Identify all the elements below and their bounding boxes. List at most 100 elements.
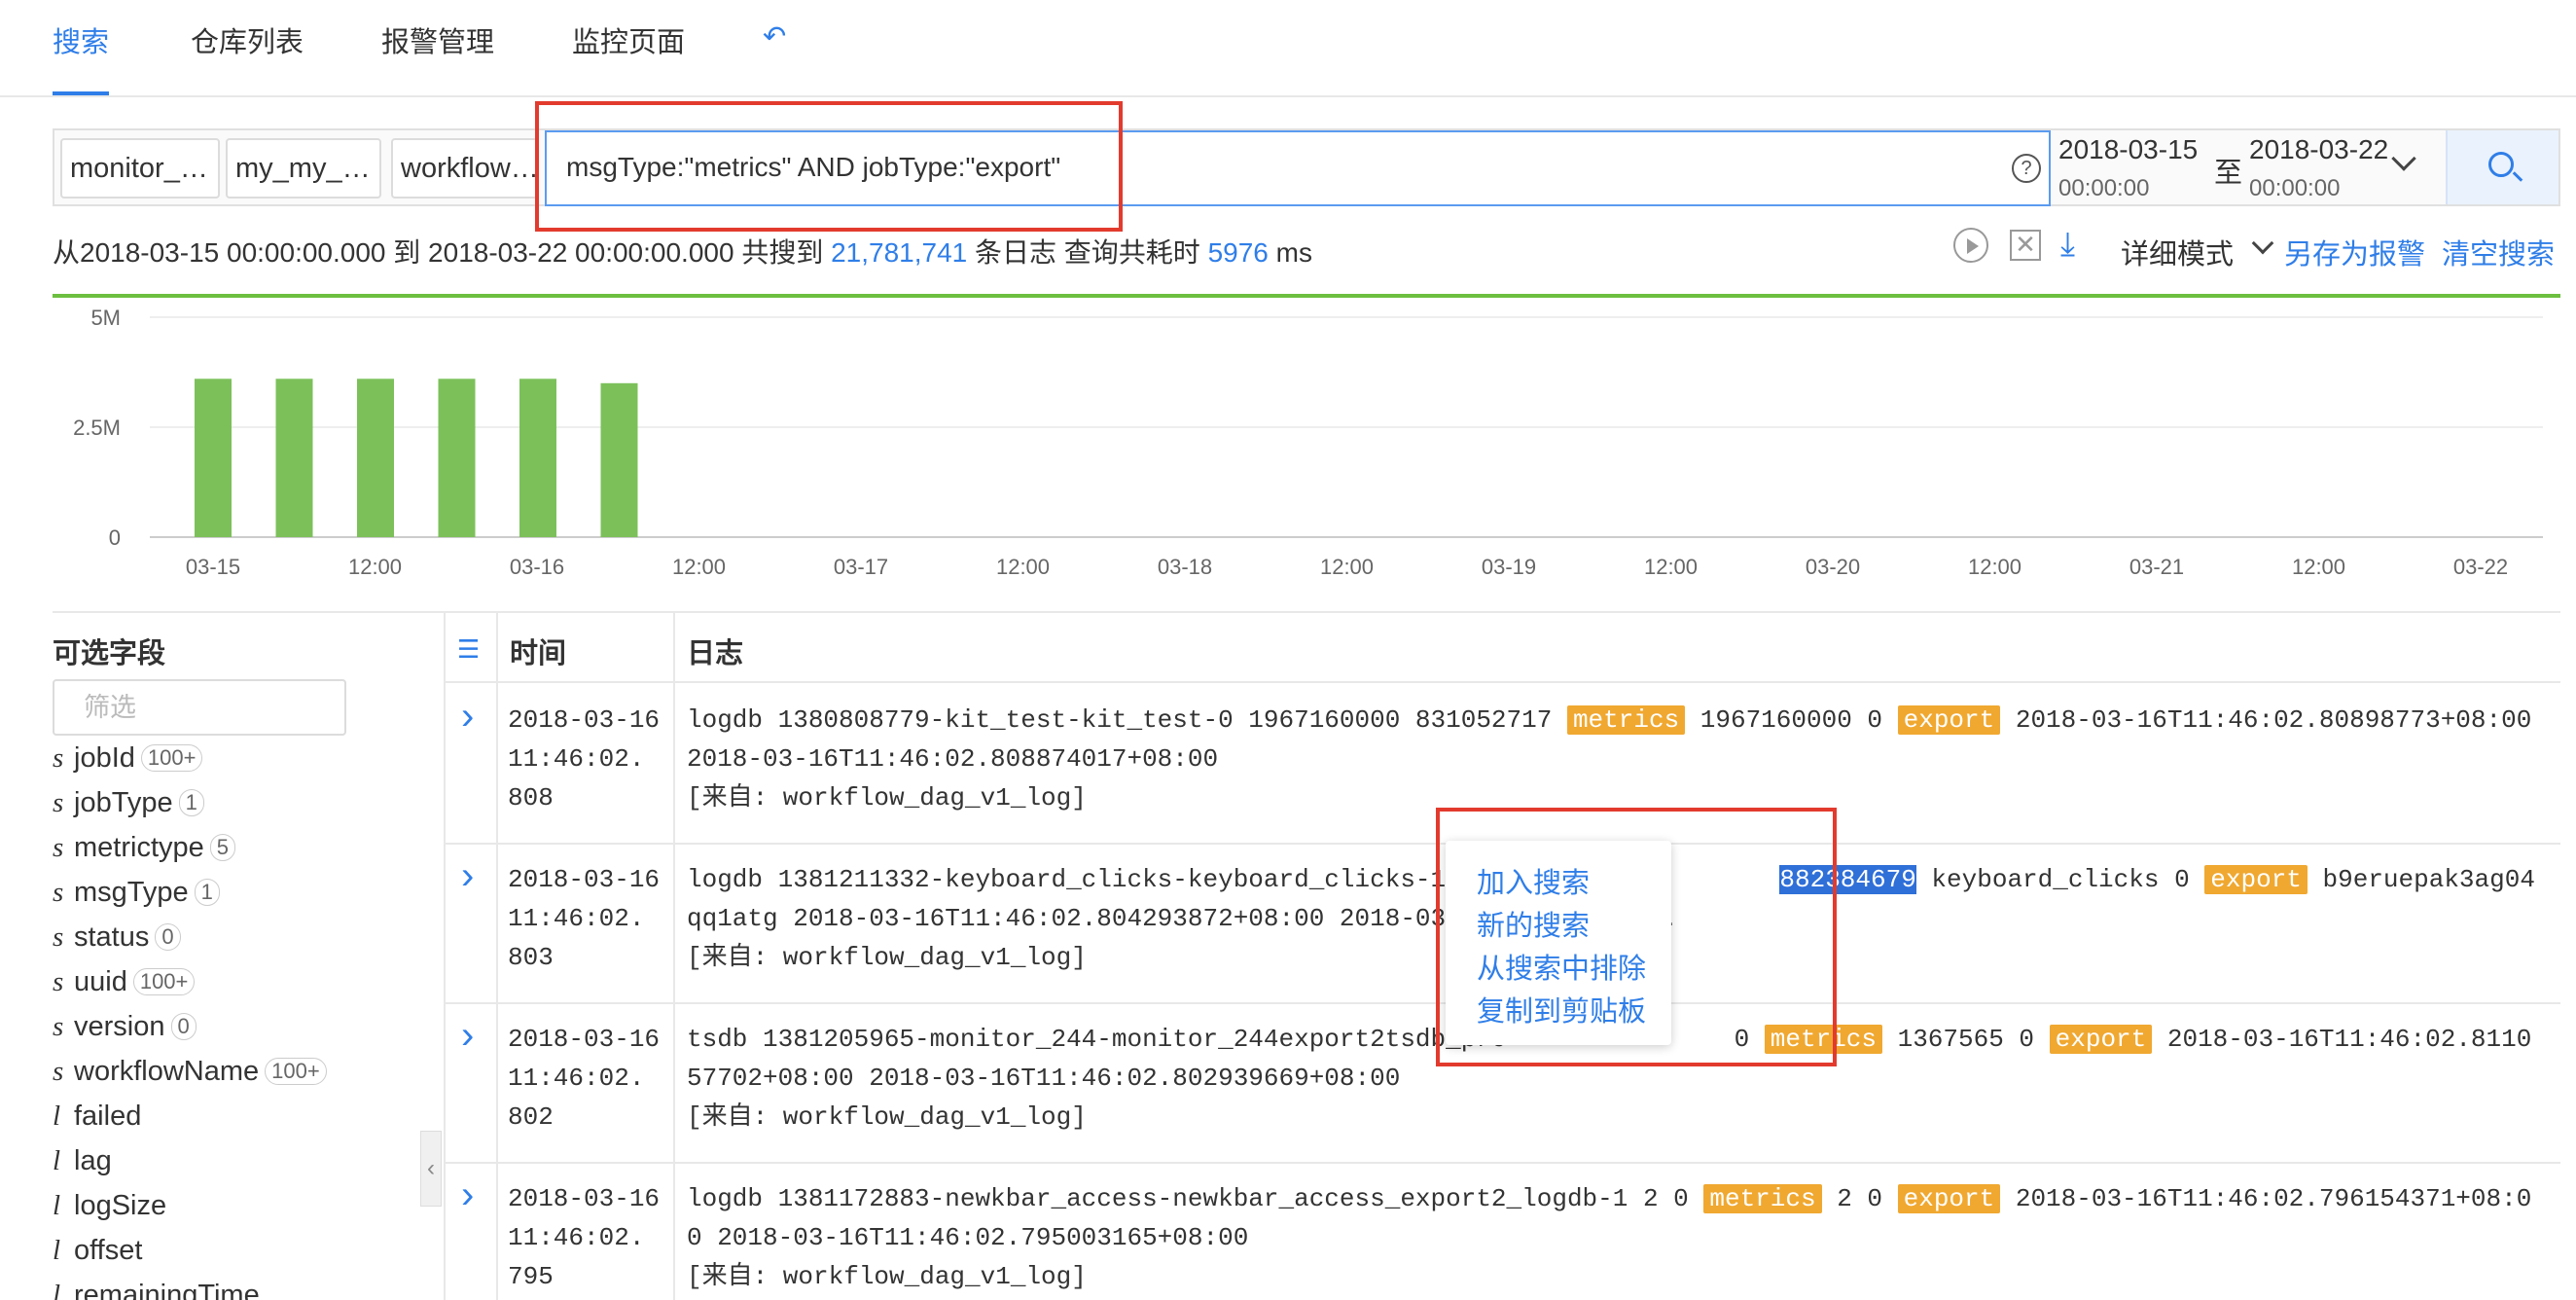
x-tick-label: 12:00: [2292, 555, 2345, 579]
histogram-bar: [438, 379, 476, 537]
field-type-icon: s: [53, 921, 64, 953]
download-icon[interactable]: ⤓: [2060, 226, 2075, 264]
clear-search-link[interactable]: 清空搜索: [2442, 232, 2555, 272]
field-name: offset: [74, 1234, 143, 1266]
row-time: 2018-03-16 11:46:02. 795: [508, 1184, 661, 1291]
from-date[interactable]: 2018-03-15: [2058, 134, 2198, 165]
y-tick-label: 2.5M: [73, 415, 121, 440]
row-time: 2018-03-16 11:46:02. 802: [508, 1025, 661, 1132]
collapse-sidebar-button[interactable]: ‹: [420, 1131, 442, 1207]
field-count-badge: 1: [178, 789, 204, 816]
x-tick-label: 12:00: [1968, 555, 2021, 579]
to-time[interactable]: 00:00:00: [2249, 175, 2340, 202]
field-item[interactable]: s jobType 1: [53, 780, 442, 825]
log-text: 1367565 0: [1882, 1025, 2050, 1054]
histogram-chart: 5M 2.5M 0 03-15 12:00 03-16 12:00 03-17 12:00 03-…: [73, 306, 2543, 579]
histogram-bar: [519, 379, 556, 537]
field-name: msgType: [74, 876, 189, 908]
field-type-icon: l: [53, 1189, 61, 1221]
field-item[interactable]: s workflowName 100+: [53, 1049, 442, 1094]
log-tag[interactable]: metrics: [1566, 705, 1686, 735]
tab-alert-management[interactable]: 报警管理: [381, 19, 494, 60]
field-type-icon: s: [53, 786, 64, 818]
result-summary: 从2018-03-15 00:00:00.000 到 2018-03-22 00…: [53, 237, 1312, 268]
help-icon[interactable]: ?: [2012, 154, 2041, 183]
field-name: jobType: [74, 786, 173, 818]
chevron-down-icon[interactable]: [2251, 232, 2274, 255]
field-count-badge: 100+: [132, 968, 196, 995]
back-icon[interactable]: ↶: [763, 19, 786, 54]
active-tab-indicator: [53, 91, 109, 95]
x-tick-label: 03-22: [2453, 555, 2508, 579]
x-tick-label: 12:00: [348, 555, 402, 579]
field-item[interactable]: s uuid 100+: [53, 959, 442, 1004]
column-header-log: 日志: [687, 638, 744, 669]
field-name: jobId: [74, 741, 135, 774]
x-tick-label: 03-19: [1482, 555, 1536, 579]
field-filter-input[interactable]: [53, 679, 346, 736]
field-name: logSize: [74, 1189, 167, 1221]
x-tick-label: 03-16: [510, 555, 564, 579]
close-icon[interactable]: ✕: [2010, 230, 2041, 261]
x-tick-label: 12:00: [1644, 555, 1698, 579]
field-item[interactable]: s jobId 100+: [53, 736, 442, 780]
field-filter-text[interactable]: [54, 681, 344, 734]
log-tag[interactable]: metrics: [1703, 1184, 1822, 1213]
field-name: uuid: [74, 965, 127, 997]
field-item[interactable]: l logSize: [53, 1183, 442, 1228]
field-item[interactable]: s status 0: [53, 915, 442, 959]
field-item[interactable]: s version 0: [53, 1004, 442, 1049]
query-time: 5976: [1207, 237, 1269, 268]
field-item[interactable]: s metrictype 5: [53, 825, 442, 870]
search-button[interactable]: [2446, 130, 2558, 204]
histogram-bar: [275, 379, 313, 537]
expand-row-icon[interactable]: ›: [461, 1014, 474, 1058]
field-count-badge: 100+: [265, 1058, 327, 1085]
tab-monitor-page[interactable]: 监控页面: [572, 19, 685, 60]
field-list: s jobId 100+ s jobType 1 s metrictype 5 s msgType 1…: [53, 736, 442, 1300]
field-item[interactable]: l offset: [53, 1228, 442, 1273]
column-header-time: 时间: [510, 638, 567, 669]
histogram-bar: [600, 382, 638, 537]
save-as-alert-link[interactable]: 另存为报警: [2284, 232, 2425, 272]
to-date[interactable]: 2018-03-22: [2249, 134, 2388, 165]
log-text: logdb 1381172883-newkbar_access-newkbar_…: [687, 1184, 1704, 1213]
field-count-badge: 0: [170, 1013, 197, 1040]
field-item[interactable]: l failed: [53, 1094, 442, 1138]
expand-row-icon[interactable]: ›: [461, 695, 474, 739]
x-tick-label: 03-15: [186, 555, 240, 579]
repo-chip[interactable]: workflow…: [391, 138, 539, 199]
field-type-icon: s: [53, 1010, 64, 1042]
field-name: lag: [74, 1144, 112, 1176]
list-icon[interactable]: ☰: [457, 634, 480, 665]
expand-row-icon[interactable]: ›: [461, 854, 474, 898]
field-item[interactable]: l remainingTime: [53, 1273, 442, 1300]
play-icon[interactable]: [1953, 228, 1988, 263]
highlight-box-menu: [1436, 808, 1837, 1066]
field-item[interactable]: l lag: [53, 1138, 442, 1183]
x-tick-label: 03-18: [1158, 555, 1212, 579]
field-item[interactable]: s msgType 1: [53, 870, 442, 915]
field-name: workflowName: [74, 1055, 260, 1087]
field-type-icon: l: [53, 1144, 61, 1176]
log-tag[interactable]: export: [2204, 865, 2308, 894]
log-tag[interactable]: export: [1897, 1184, 2001, 1213]
log-text: 1967160000 0: [1685, 705, 1898, 735]
log-tag[interactable]: export: [1897, 705, 2001, 735]
repo-chip[interactable]: my_my_…: [226, 138, 381, 199]
row-log: logdb 1381172883-newkbar_access-newkbar_…: [687, 1179, 2535, 1296]
field-name: status: [74, 921, 150, 953]
repo-chip[interactable]: monitor_…: [60, 138, 220, 199]
result-count: 21,781,741: [831, 237, 968, 268]
from-time[interactable]: 00:00:00: [2058, 175, 2149, 202]
field-type-icon: s: [53, 876, 64, 908]
expand-row-icon[interactable]: ›: [461, 1174, 474, 1217]
tab-repo-list[interactable]: 仓库列表: [191, 19, 304, 60]
field-type-icon: s: [53, 831, 64, 863]
log-tag[interactable]: export: [2049, 1025, 2153, 1054]
y-tick-label: 5M: [90, 306, 121, 330]
row-log: logdb 1380808779-kit_test-kit_test-0 196…: [687, 701, 2535, 817]
row-time: 2018-03-16 11:46:02. 808: [508, 705, 661, 812]
tab-search[interactable]: 搜索: [53, 19, 109, 60]
mode-select[interactable]: 详细模式: [2121, 232, 2234, 272]
